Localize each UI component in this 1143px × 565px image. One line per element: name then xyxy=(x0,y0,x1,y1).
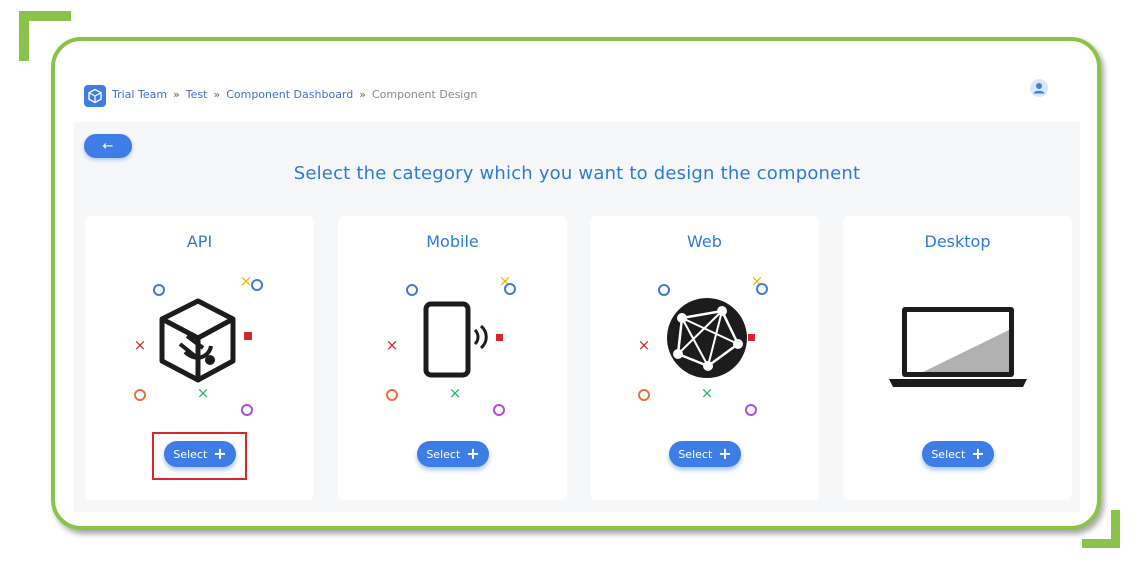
back-button[interactable]: ← xyxy=(84,134,132,158)
user-avatar-icon[interactable] xyxy=(1030,79,1048,97)
breadcrumb-separator: » xyxy=(359,88,366,101)
select-desktop-button[interactable]: Select + xyxy=(922,441,994,467)
laptop-icon xyxy=(889,307,1027,387)
breadcrumb-component-dashboard[interactable]: Component Dashboard xyxy=(226,88,353,101)
breadcrumb: Trial Team » Test » Component Dashboard … xyxy=(112,88,477,101)
card-title: Web xyxy=(687,232,722,251)
plus-icon: + xyxy=(718,444,732,463)
breadcrumb-component-design: Component Design xyxy=(371,88,478,101)
select-button-label: Select xyxy=(931,447,966,461)
svg-text:×: × xyxy=(240,272,253,290)
svg-text:×: × xyxy=(701,384,714,402)
card-title: API xyxy=(186,232,213,251)
api-cube-icon: × × × xyxy=(134,272,263,416)
category-card-mobile[interactable]: Mobile × × × Select + xyxy=(338,216,567,500)
category-card-web[interactable]: Web × × × Select + xyxy=(590,216,819,500)
select-web-button[interactable]: Select + xyxy=(669,441,741,467)
breadcrumb-trial-team[interactable]: Trial Team xyxy=(112,88,167,101)
svg-text:×: × xyxy=(134,336,147,354)
select-button-label: Select xyxy=(678,447,713,461)
select-mobile-button[interactable]: Select + xyxy=(417,441,489,467)
globe-icon: × × × xyxy=(638,272,768,416)
top-bar: Trial Team » Test » Component Dashboard … xyxy=(84,82,1084,108)
svg-text:×: × xyxy=(449,384,462,402)
card-title: Desktop xyxy=(924,232,991,251)
plus-icon: + xyxy=(466,444,480,463)
highlight-annotation-box xyxy=(152,432,247,480)
svg-text:×: × xyxy=(197,384,210,402)
breadcrumb-test[interactable]: Test xyxy=(186,88,208,101)
breadcrumb-separator: » xyxy=(213,88,221,101)
svg-text:×: × xyxy=(638,336,651,354)
card-title: Mobile xyxy=(426,232,479,251)
plus-icon: + xyxy=(971,444,985,463)
mobile-phone-icon: × × × xyxy=(386,272,516,416)
app-logo-icon[interactable] xyxy=(84,85,106,107)
page-heading: Select the category which you want to de… xyxy=(293,163,861,184)
select-button-label: Select xyxy=(426,447,461,461)
category-card-desktop[interactable]: Desktop Select + xyxy=(843,216,1072,500)
breadcrumb-separator: » xyxy=(173,88,180,101)
svg-text:×: × xyxy=(386,336,399,354)
